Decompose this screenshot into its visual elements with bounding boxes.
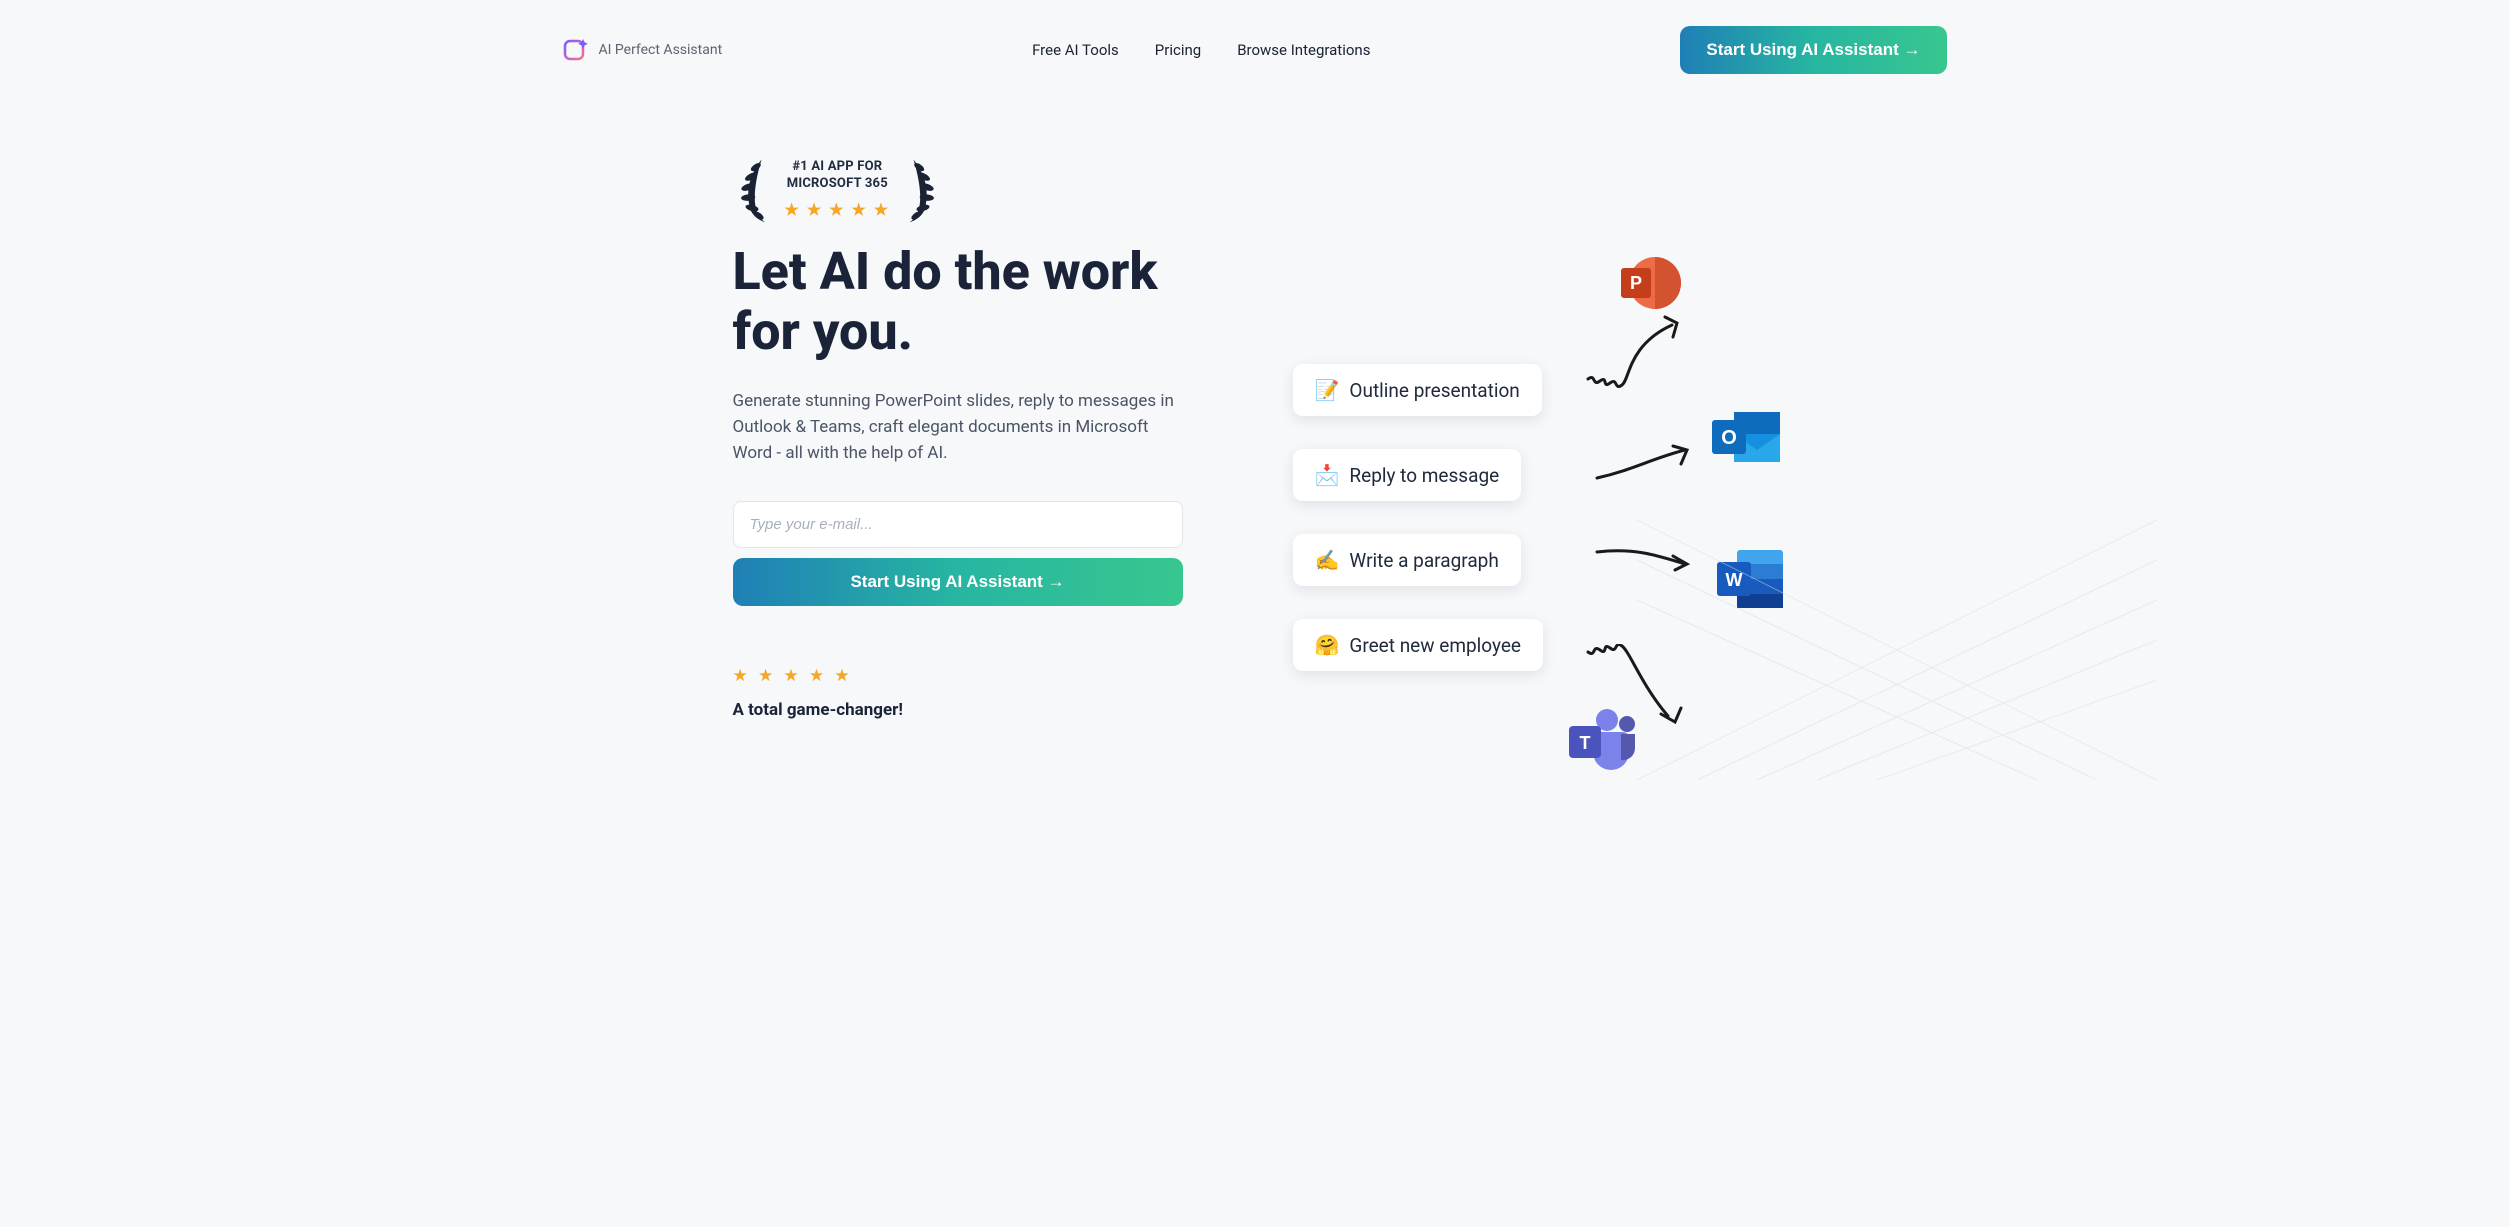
nav-links: Free AI Tools Pricing Browse Integration…: [1032, 41, 1370, 59]
svg-text:P: P: [1629, 273, 1641, 293]
writing-hand-icon: ✍️: [1315, 548, 1340, 572]
nav-link-free-ai-tools[interactable]: Free AI Tools: [1032, 41, 1119, 59]
review-block: ★ ★ ★ ★ ★ A total game-changer!: [733, 666, 1183, 720]
teams-icon: T: [1563, 704, 1621, 762]
powerpoint-icon: P: [1613, 248, 1671, 306]
nav-link-pricing[interactable]: Pricing: [1155, 41, 1201, 59]
background-grid: [1637, 480, 2157, 780]
envelope-icon: 📩: [1315, 463, 1340, 487]
hero-title: Let AI do the work for you.: [733, 242, 1183, 362]
award-line1: #1 AI APP FOR: [785, 158, 891, 176]
hero: #1 AI APP FOR MICROSOFT 365 ★ ★ ★ ★ ★: [473, 74, 2037, 720]
hero-left: #1 AI APP FOR MICROSOFT 365 ★ ★ ★ ★ ★: [733, 154, 1183, 720]
review-stars: ★ ★ ★ ★ ★: [733, 666, 1183, 686]
award-stars: ★ ★ ★ ★ ★: [785, 199, 891, 221]
logo-icon: [563, 37, 589, 63]
chip-label: Greet new employee: [1349, 634, 1521, 657]
svg-text:T: T: [1579, 733, 1590, 753]
award-badge: #1 AI APP FOR MICROSOFT 365 ★ ★ ★ ★ ★: [733, 154, 1183, 224]
review-quote: A total game-changer!: [733, 700, 1183, 720]
nav-link-integrations[interactable]: Browse Integrations: [1237, 41, 1370, 59]
laurel-left-icon: [733, 154, 771, 224]
arrow-up-right-icon: [1593, 444, 1693, 484]
chip-outline-presentation: 📝 Outline presentation: [1293, 364, 1542, 416]
arrow-curly-up-icon: [1583, 309, 1683, 389]
chip-label: Outline presentation: [1349, 379, 1519, 402]
laurel-right-icon: [904, 154, 942, 224]
hero-subtitle: Generate stunning PowerPoint slides, rep…: [733, 388, 1183, 467]
svg-text:O: O: [1721, 427, 1737, 449]
nav-cta-button[interactable]: Start Using AI Assistant →: [1680, 26, 1946, 74]
chip-write-paragraph: ✍️ Write a paragraph: [1293, 534, 1521, 586]
memo-icon: 📝: [1315, 378, 1340, 402]
email-input[interactable]: [733, 501, 1183, 548]
chip-greet-employee: 🤗 Greet new employee: [1293, 619, 1544, 671]
top-nav: AI Perfect Assistant Free AI Tools Prici…: [473, 0, 2037, 74]
chip-label: Write a paragraph: [1349, 549, 1498, 572]
chip-reply-message: 📩 Reply to message: [1293, 449, 1522, 501]
award-line2: MICROSOFT 365: [785, 175, 891, 193]
outlook-icon: O: [1708, 404, 1766, 462]
brand[interactable]: AI Perfect Assistant: [563, 37, 723, 63]
brand-name: AI Perfect Assistant: [599, 42, 723, 58]
hero-cta-button[interactable]: Start Using AI Assistant →: [733, 558, 1183, 606]
hugging-face-icon: 🤗: [1315, 633, 1340, 657]
chip-label: Reply to message: [1349, 464, 1499, 487]
